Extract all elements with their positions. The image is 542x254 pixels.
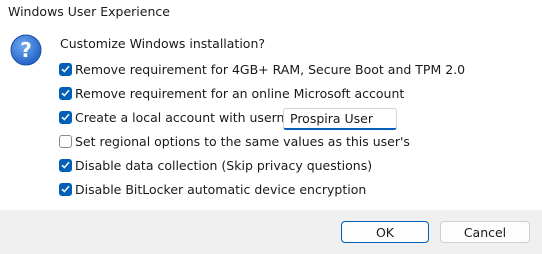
checkbox-checked[interactable] [59, 182, 72, 196]
option-label: Create a local account with username: [75, 109, 317, 125]
button-bar: OK Cancel [0, 210, 542, 254]
cancel-button[interactable]: Cancel [440, 221, 530, 243]
title-bar[interactable]: Windows User Experience [0, 0, 542, 24]
option-label: Set regional options to the same values … [75, 133, 410, 149]
option-label: Disable BitLocker automatic device encry… [75, 181, 367, 197]
checkbox-unchecked[interactable] [59, 134, 72, 148]
username-input[interactable] [283, 108, 397, 130]
customize-installation-dialog: Windows User Experience ? Customize Wind… [0, 0, 542, 254]
checkbox-checked[interactable] [59, 110, 72, 124]
option-create-local-account[interactable]: Create a local account with username: [59, 108, 316, 126]
option-label: Remove requirement for an online Microso… [75, 85, 405, 101]
option-remove-online-account[interactable]: Remove requirement for an online Microso… [59, 84, 404, 102]
window-title: Windows User Experience [8, 4, 170, 19]
option-disable-data-collection[interactable]: Disable data collection (Skip privacy qu… [59, 156, 372, 174]
checkbox-checked[interactable] [59, 158, 72, 172]
option-remove-hardware-requirements[interactable]: Remove requirement for 4GB+ RAM, Secure … [59, 60, 465, 78]
question-icon: ? [10, 34, 42, 66]
checkbox-checked[interactable] [59, 86, 72, 100]
option-regional-options[interactable]: Set regional options to the same values … [59, 132, 410, 150]
ok-button[interactable]: OK [341, 221, 429, 243]
option-label: Remove requirement for 4GB+ RAM, Secure … [75, 61, 466, 77]
svg-text:?: ? [20, 38, 32, 62]
option-disable-bitlocker[interactable]: Disable BitLocker automatic device encry… [59, 180, 366, 198]
option-label: Disable data collection (Skip privacy qu… [75, 157, 373, 173]
checkbox-checked[interactable] [59, 62, 72, 76]
prompt-text: Customize Windows installation? [60, 36, 266, 51]
